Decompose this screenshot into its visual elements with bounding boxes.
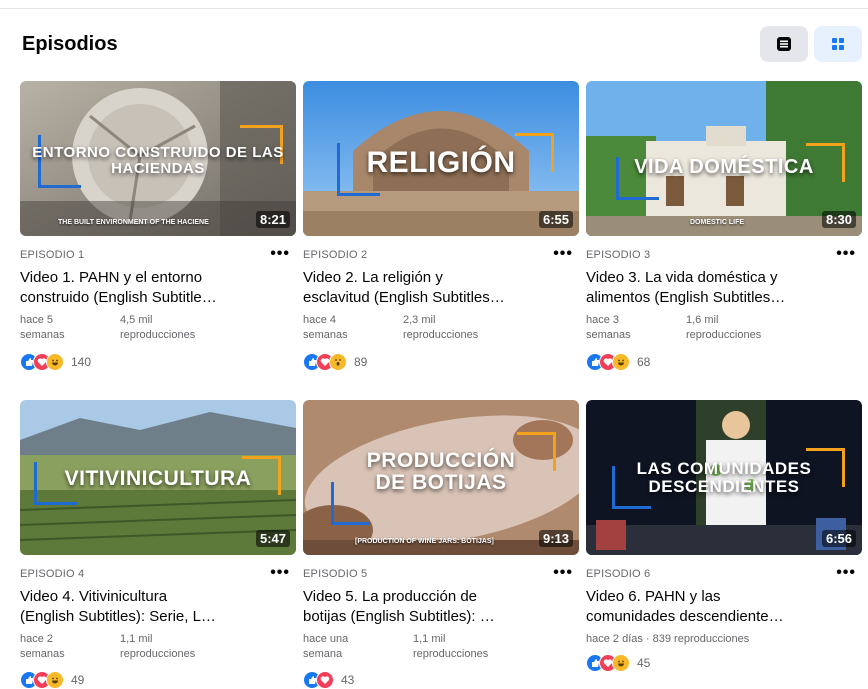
view-count: 1,1 mil reproducciones (120, 633, 196, 660)
upload-age: hace 5 semanas (20, 314, 65, 341)
thumbnail-title: ENTORNO CONSTRUIDO DE LAS HACIENDAS (32, 144, 284, 177)
video-title-line: Video 1. PAHN y el entorno (20, 269, 203, 286)
reactions[interactable]: 68 (586, 353, 650, 371)
more-options-icon[interactable]: ••• (836, 564, 856, 582)
reactions[interactable]: 45 (586, 654, 650, 672)
reaction-count: 45 (637, 656, 651, 670)
video-title-line: (English Subtitles): Serie, L… (20, 608, 216, 625)
more-options-icon[interactable]: ••• (836, 245, 856, 263)
wow-icon (329, 353, 347, 371)
haha-icon (612, 654, 630, 672)
reaction-count: 49 (71, 673, 85, 687)
episodes-header: Episodios (0, 0, 868, 80)
video-duration: 9:13 (538, 530, 573, 547)
video-duration: 8:21 (255, 211, 290, 228)
video-thumbnail[interactable]: LAS COMUNIDADES DESCENDIENTES 6:56 (586, 400, 862, 555)
reaction-count: 43 (341, 673, 355, 687)
grid-view-icon (832, 38, 844, 50)
episode-label: EPISODIO 5 (303, 568, 368, 580)
video-title-line: Video 3. La vida doméstica y (586, 269, 778, 286)
upload-age: hace 2 semanas (20, 633, 65, 660)
thumbnail-title-line: DESCENDIENTES (648, 476, 800, 496)
reaction-count: 140 (71, 355, 92, 369)
haha-icon (46, 671, 64, 689)
more-options-icon[interactable]: ••• (270, 564, 290, 582)
thumbnail-title-line: LAS COMUNIDADES (636, 459, 812, 478)
video-title[interactable]: Video 3. La vida doméstica y alimentos (… (586, 268, 848, 308)
video-title-line: Video 2. La religión y (303, 269, 443, 286)
upload-age: hace una semana (303, 633, 349, 660)
thumbnail-subtitle: DOMESTIC LIFE (690, 219, 745, 226)
page-title: Episodios (22, 33, 118, 55)
video-title-line: Video 5. La producción de (303, 588, 478, 605)
video-duration: 8:30 (821, 211, 856, 228)
episode-label: EPISODIO 1 (20, 249, 85, 261)
video-title-line: botijas (English Subtitles): … (303, 608, 495, 625)
reactions[interactable]: 140 (20, 353, 91, 371)
video-title[interactable]: Video 6. PAHN y las comunidades descendi… (586, 587, 848, 627)
upload-age-and-views: hace 2 días · 839 reproducciones (586, 633, 750, 645)
reactions[interactable]: 49 (20, 671, 84, 689)
more-options-icon[interactable]: ••• (270, 245, 290, 263)
thumbnail-title: RELIGIÓN (366, 146, 516, 179)
haha-icon (612, 353, 630, 371)
video-title-line: alimentos (English Subtitles… (586, 289, 786, 306)
video-thumbnail[interactable]: ENTORNO CONSTRUIDO DE LAS HACIENDAS THE … (20, 81, 296, 236)
episode-card-5[interactable]: PRODUCCIÓN DE BOTIJAS [PRODUCTION OF WIN… (303, 400, 579, 689)
thumbnail-title-line: PRODUCCIÓN (366, 449, 516, 472)
episode-card-1[interactable]: ENTORNO CONSTRUIDO DE LAS HACIENDAS THE … (20, 81, 296, 371)
thumbnail-title-line: DE BOTIJAS (375, 471, 507, 495)
video-title[interactable]: Video 4. Vitivinicultura (English Subtit… (20, 587, 282, 627)
reactions[interactable]: 43 (303, 671, 354, 689)
view-count: 4,5 mil reproducciones (120, 314, 196, 341)
more-options-icon[interactable]: ••• (553, 245, 573, 263)
list-view-icon (777, 37, 791, 51)
video-title[interactable]: Video 2. La religión y esclavitud (Engli… (303, 268, 565, 308)
upload-age: hace 4 semanas (303, 314, 348, 341)
episode-card-3[interactable]: VIDA DOMÉSTICA DOMESTIC LIFE 8:30 EPISOD… (586, 81, 862, 371)
video-title-line: esclavitud (English Subtitles… (303, 289, 505, 306)
video-duration: 5:47 (255, 530, 290, 547)
thumbnail-title: VITIVINICULTURA (64, 467, 252, 490)
episode-card-2[interactable]: RELIGIÓN 6:55 EPISODIO 2 ••• Video 2. La… (303, 81, 579, 371)
video-title[interactable]: Video 1. PAHN y el entorno construido (E… (20, 268, 282, 308)
video-thumbnail[interactable]: PRODUCCIÓN DE BOTIJAS [PRODUCTION OF WIN… (303, 400, 579, 555)
video-title-line: construido (English Subtitle… (20, 289, 217, 306)
view-count: 1,1 mil reproducciones (413, 633, 489, 660)
more-options-icon[interactable]: ••• (553, 564, 573, 582)
view-count: 2,3 mil reproducciones (403, 314, 479, 341)
grid-view-button[interactable] (814, 26, 862, 62)
view-count: 1,6 mil reproducciones (686, 314, 762, 341)
thumbnail-title: VIDA DOMÉSTICA (634, 156, 814, 178)
haha-icon (46, 353, 64, 371)
episode-label: EPISODIO 2 (303, 249, 368, 261)
video-thumbnail[interactable]: VITIVINICULTURA 5:47 (20, 400, 296, 555)
reactions[interactable]: 89 (303, 353, 367, 371)
love-icon (316, 671, 334, 689)
thumbnail-subtitle: THE BUILT ENVIRONMENT OF THE HACIENE (58, 219, 209, 226)
list-view-button[interactable] (760, 26, 808, 62)
reaction-count: 68 (637, 355, 651, 369)
episode-card-6[interactable]: LAS COMUNIDADES DESCENDIENTES 6:56 EPISO… (586, 400, 862, 672)
video-title[interactable]: Video 5. La producción de botijas (Engli… (303, 587, 565, 627)
episode-card-4[interactable]: VITIVINICULTURA 5:47 EPISODIO 4 ••• Vide… (20, 400, 296, 689)
thumbnail-subtitle: [PRODUCTION OF WINE JARS: BOTIJAS] (355, 538, 494, 545)
thumbnail-title: LAS COMUNIDADES DESCENDIENTES (586, 460, 862, 496)
video-duration: 6:55 (538, 211, 573, 228)
video-title-line: Video 4. Vitivinicultura (20, 588, 168, 605)
episode-label: EPISODIO 6 (586, 568, 651, 580)
video-duration: 6:56 (821, 530, 856, 547)
thumbnail-title: PRODUCCIÓN DE BOTIJAS (303, 449, 579, 495)
reaction-count: 89 (354, 355, 368, 369)
video-title-line: comunidades descendiente… (586, 608, 784, 625)
video-thumbnail[interactable]: RELIGIÓN 6:55 (303, 81, 579, 236)
video-thumbnail[interactable]: VIDA DOMÉSTICA DOMESTIC LIFE 8:30 (586, 81, 862, 236)
upload-age: hace 3 semanas (586, 314, 631, 341)
episode-label: EPISODIO 3 (586, 249, 651, 261)
video-title-line: Video 6. PAHN y las (586, 588, 721, 605)
episode-label: EPISODIO 4 (20, 568, 85, 580)
